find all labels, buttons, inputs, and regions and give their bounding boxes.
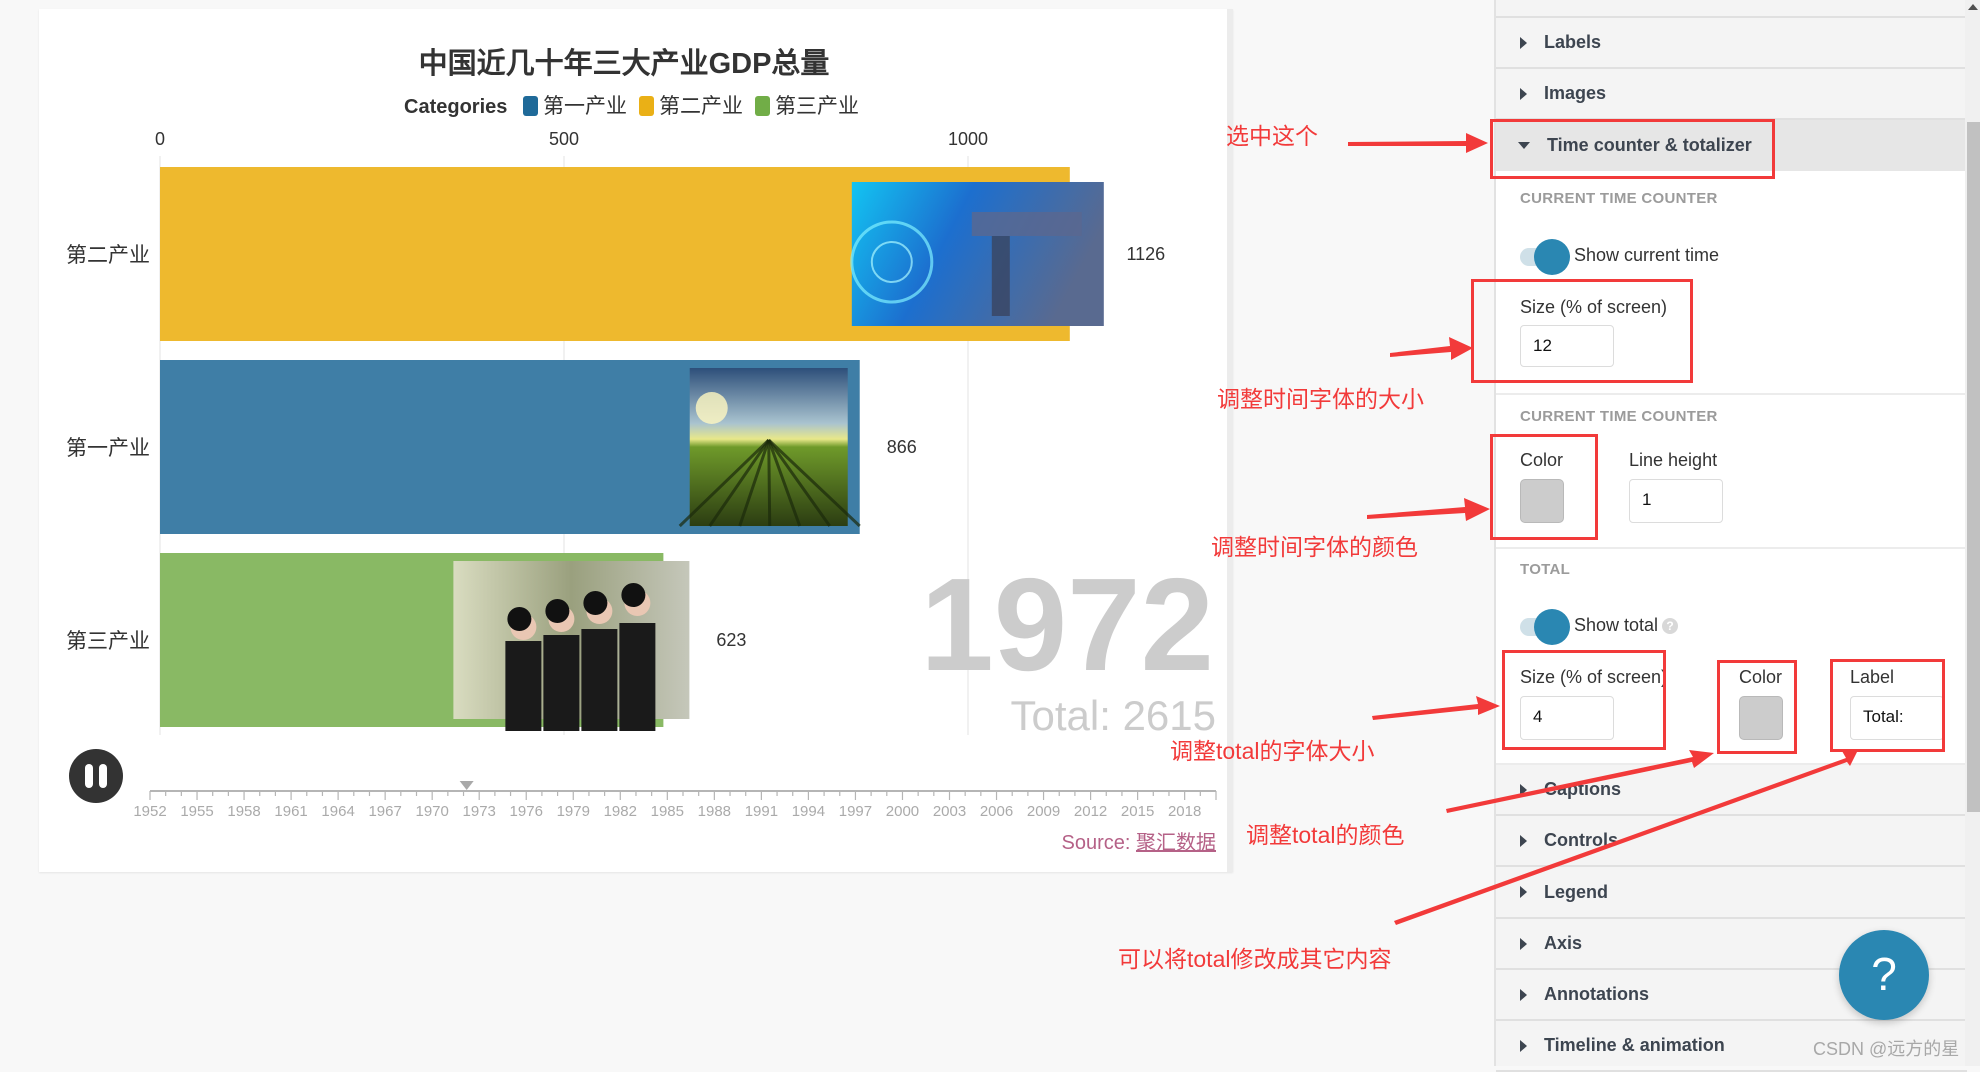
caret-right-icon bbox=[1520, 87, 1527, 100]
legend-item-label[interactable]: 第二产业 bbox=[659, 95, 743, 118]
caret-right-icon bbox=[1520, 886, 1527, 898]
highlight-box-time-counter bbox=[1490, 119, 1775, 179]
accordion-images[interactable]: Images bbox=[1496, 69, 1967, 120]
bar-category-label: 第一产业 bbox=[66, 437, 150, 460]
timeline-label: 2003 bbox=[933, 803, 966, 820]
bar-group: 623 第三产业 bbox=[66, 553, 746, 731]
pause-button[interactable] bbox=[69, 749, 123, 803]
annotation-text: 可以将total修改成其它内容 bbox=[1118, 946, 1392, 972]
bar-group: 1126 第二产业 bbox=[66, 167, 1165, 341]
timeline-marker-icon[interactable] bbox=[459, 781, 474, 790]
accordion-labels[interactable]: Labels bbox=[1496, 18, 1967, 69]
x-tick-label: 1000 bbox=[948, 129, 988, 149]
legend-title: Categories bbox=[404, 96, 507, 118]
scroll-up-arrow-icon[interactable] bbox=[1968, 4, 1978, 10]
help-button[interactable]: ? bbox=[1839, 930, 1929, 1020]
annotation-text: 调整total的颜色 bbox=[1246, 822, 1405, 848]
highlight-box-total-color bbox=[1717, 660, 1797, 754]
show-current-time-toggle[interactable] bbox=[1520, 239, 1570, 275]
show-current-time-label: Show current time bbox=[1574, 245, 1720, 265]
current-time-counter: 1972 bbox=[920, 551, 1214, 698]
watermark: CSDN @远方的星 bbox=[1813, 1039, 1960, 1059]
timeline-label: 2018 bbox=[1168, 803, 1201, 820]
bar-value-label: 623 bbox=[716, 630, 746, 650]
annotation-text: 调整时间字体的大小 bbox=[1217, 386, 1424, 412]
business-women-photo bbox=[453, 561, 690, 731]
x-tick-label: 0 bbox=[155, 129, 165, 149]
annotation-text: 调整时间字体的颜色 bbox=[1211, 534, 1418, 560]
highlight-box-time-color bbox=[1490, 434, 1598, 540]
annotation-text: 调整total的字体大小 bbox=[1170, 738, 1375, 764]
legend-swatch bbox=[755, 96, 770, 116]
timeline-label: 1985 bbox=[651, 803, 684, 820]
timeline-label: 1976 bbox=[510, 803, 543, 820]
bar-group: 866 第一产业 bbox=[66, 360, 917, 534]
highlight-box-total-label bbox=[1830, 659, 1945, 752]
x-tick-label: 500 bbox=[549, 129, 579, 149]
legend-item-label[interactable]: 第三产业 bbox=[775, 95, 859, 118]
chart-title: 中国近几十年三大产业GDP总量 bbox=[419, 46, 830, 80]
timeline-label: 2006 bbox=[980, 803, 1013, 820]
accordion-controls[interactable]: Controls bbox=[1496, 816, 1967, 867]
annotation-text: 选中这个 bbox=[1226, 123, 1318, 149]
timeline-label: 1958 bbox=[227, 803, 260, 820]
bar-value-label: 866 bbox=[887, 437, 917, 457]
caret-right-icon bbox=[1520, 1039, 1527, 1052]
timeline-label: 2000 bbox=[886, 803, 919, 820]
timeline-label: 1970 bbox=[415, 803, 448, 820]
legend-item-label[interactable]: 第一产业 bbox=[543, 95, 627, 118]
technology-machinery-photo bbox=[850, 182, 1104, 326]
timeline-label: 1952 bbox=[133, 803, 166, 820]
caret-right-icon bbox=[1520, 937, 1527, 950]
highlight-box-time-size bbox=[1471, 279, 1693, 383]
timeline-label: 1982 bbox=[604, 803, 637, 820]
show-total-toggle[interactable] bbox=[1520, 609, 1570, 645]
legend-swatch bbox=[523, 96, 538, 116]
legend: Categories 第一产业 第二产业 第三产业 bbox=[404, 95, 859, 118]
bar-category-label: 第三产业 bbox=[66, 630, 150, 653]
bar-category-label: 第二产业 bbox=[66, 244, 150, 267]
timeline-slider[interactable]: 1952 1955 1958 1961 1964 1967 1970 1973 1976 1979… bbox=[133, 781, 1217, 820]
line-height-input[interactable]: 1 bbox=[1629, 479, 1723, 523]
farmland-sunrise-photo bbox=[678, 368, 861, 528]
timeline-label: 1994 bbox=[792, 803, 825, 820]
timeline-label: 1997 bbox=[839, 803, 872, 820]
caret-right-icon bbox=[1520, 988, 1527, 1001]
accordion-prev bbox=[1496, 0, 1967, 18]
caret-right-icon bbox=[1520, 834, 1527, 847]
timeline-label: 1964 bbox=[321, 803, 354, 820]
timeline-label: 2009 bbox=[1027, 803, 1060, 820]
accordion-captions[interactable]: Captions bbox=[1496, 765, 1967, 816]
timeline-label: 1988 bbox=[698, 803, 731, 820]
timeline-label: 1955 bbox=[180, 803, 213, 820]
timeline-label: 1979 bbox=[557, 803, 590, 820]
timeline-label: 2012 bbox=[1074, 803, 1107, 820]
line-height-label: Line height bbox=[1629, 450, 1718, 470]
timeline-label: 1967 bbox=[368, 803, 401, 820]
legend-swatch bbox=[639, 96, 654, 116]
timeline-label: 1973 bbox=[463, 803, 496, 820]
show-total-label: Show total? bbox=[1574, 615, 1679, 636]
highlight-box-total-size bbox=[1502, 650, 1666, 750]
source-caption: Source: 聚汇数据 bbox=[1062, 831, 1216, 854]
help-icon[interactable]: ? bbox=[1662, 618, 1679, 635]
source-link[interactable]: 聚汇数据 bbox=[1136, 831, 1216, 854]
timeline-label: 1991 bbox=[745, 803, 778, 820]
section-heading: CURRENT TIME COUNTER bbox=[1520, 408, 1718, 425]
caret-right-icon bbox=[1520, 783, 1527, 796]
section-heading: TOTAL bbox=[1520, 561, 1571, 578]
timeline-label: 2015 bbox=[1121, 803, 1154, 820]
scrollbar-thumb[interactable] bbox=[1967, 122, 1980, 812]
caret-right-icon bbox=[1520, 36, 1527, 49]
section-heading: CURRENT TIME COUNTER bbox=[1520, 190, 1718, 207]
accordion-legend[interactable]: Legend bbox=[1496, 867, 1967, 919]
bar-value-label: 1126 bbox=[1126, 244, 1165, 264]
timeline-label: 1961 bbox=[274, 803, 307, 820]
